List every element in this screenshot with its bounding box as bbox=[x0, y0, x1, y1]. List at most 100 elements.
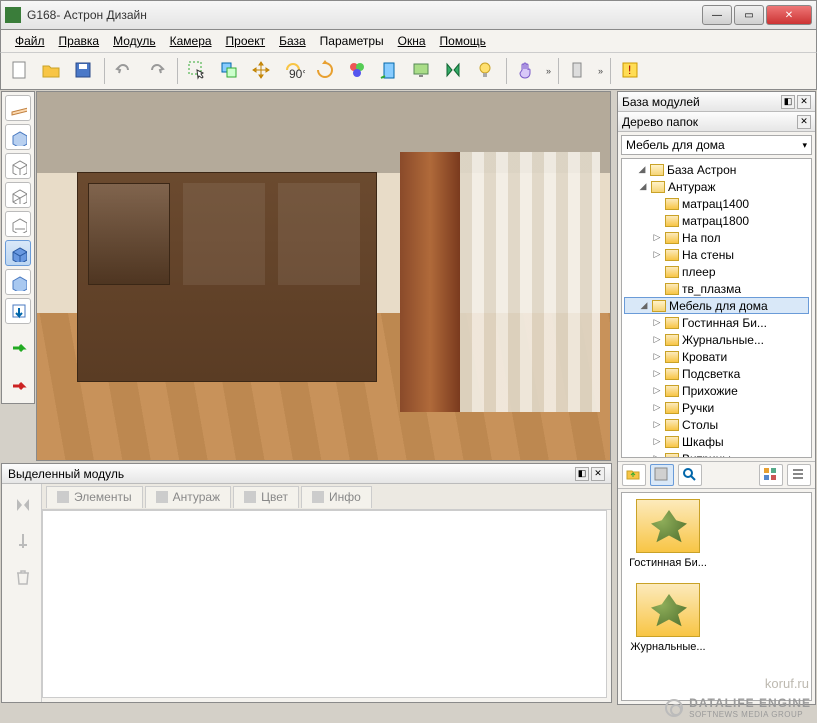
menu-camera[interactable]: Камера bbox=[164, 32, 218, 50]
copy-button[interactable] bbox=[215, 56, 245, 86]
thumb-up-button[interactable] bbox=[622, 464, 646, 486]
tool-box-wire2[interactable] bbox=[5, 182, 31, 208]
tool-add-right-red[interactable] bbox=[5, 374, 31, 400]
svg-text:90°: 90° bbox=[289, 67, 305, 81]
modules-header: База модулей ◧ ✕ bbox=[618, 92, 815, 112]
select-button[interactable] bbox=[183, 56, 213, 86]
thumb-view-list[interactable] bbox=[787, 464, 811, 486]
menu-help[interactable]: Помощь bbox=[434, 32, 492, 50]
tree-item[interactable]: ▷Витрины bbox=[624, 450, 809, 458]
tree-item[interactable]: плеер bbox=[624, 263, 809, 280]
tree-item[interactable]: тв_плазма bbox=[624, 280, 809, 297]
menu-file[interactable]: Файл bbox=[9, 32, 51, 50]
tool-down[interactable] bbox=[5, 298, 31, 324]
door-button[interactable] bbox=[375, 56, 405, 86]
open-button[interactable] bbox=[37, 56, 67, 86]
warn-button[interactable]: ! bbox=[616, 56, 646, 86]
device-button[interactable] bbox=[564, 56, 594, 86]
tree-item[interactable]: ▷Журнальные... bbox=[624, 331, 809, 348]
tree-item[interactable]: ▷На пол bbox=[624, 229, 809, 246]
tool-box-wire3[interactable] bbox=[5, 211, 31, 237]
toolbar-more-2[interactable]: » bbox=[596, 66, 605, 76]
tab-anturazh[interactable]: Антураж bbox=[145, 486, 232, 508]
tool-add-right[interactable] bbox=[5, 336, 31, 362]
toolbar-more[interactable]: » bbox=[544, 66, 553, 76]
folder-tree[interactable]: ◢База Астрон ◢Антураж матрац1400 матрац1… bbox=[621, 158, 812, 458]
close-button[interactable]: ✕ bbox=[766, 5, 812, 25]
mirror-vert-button[interactable] bbox=[10, 492, 34, 516]
palette-button[interactable] bbox=[343, 56, 373, 86]
hand-button[interactable] bbox=[512, 56, 542, 86]
tree-item[interactable]: ▷Подсветка bbox=[624, 365, 809, 382]
move-button[interactable] bbox=[247, 56, 277, 86]
tool-plane[interactable] bbox=[5, 95, 31, 121]
menu-windows[interactable]: Окна bbox=[392, 32, 432, 50]
tree-root[interactable]: ◢База Астрон bbox=[624, 161, 809, 178]
thumb-search[interactable] bbox=[678, 464, 702, 486]
undo-button[interactable] bbox=[110, 56, 140, 86]
mirror-button[interactable] bbox=[439, 56, 469, 86]
tree-item[interactable]: ▷Ручки bbox=[624, 399, 809, 416]
tree-item[interactable]: ▷Гостинная Би... bbox=[624, 314, 809, 331]
modules-pin-button[interactable]: ◧ bbox=[781, 95, 795, 109]
tree-item[interactable]: ▷Шкафы bbox=[624, 433, 809, 450]
box-shaded-icon bbox=[9, 244, 27, 262]
light-button[interactable] bbox=[471, 56, 501, 86]
save-button[interactable] bbox=[69, 56, 99, 86]
thumbnail-item[interactable]: Журнальные... bbox=[628, 583, 708, 653]
minimize-button[interactable]: — bbox=[702, 5, 732, 25]
rotate-button[interactable] bbox=[311, 56, 341, 86]
redo-button[interactable] bbox=[142, 56, 172, 86]
screen-button[interactable] bbox=[407, 56, 437, 86]
menu-base[interactable]: База bbox=[273, 32, 312, 50]
thumbnail-list[interactable]: Гостинная Би... Журнальные... bbox=[621, 492, 812, 701]
tab-info[interactable]: Инфо bbox=[301, 486, 372, 508]
maximize-button[interactable]: ▭ bbox=[734, 5, 764, 25]
copy-icon bbox=[219, 60, 241, 82]
tree-item[interactable]: ▷На стены bbox=[624, 246, 809, 263]
new-file-icon bbox=[9, 60, 31, 82]
tree-item[interactable]: ▷Кровати bbox=[624, 348, 809, 365]
menu-params[interactable]: Параметры bbox=[314, 32, 390, 50]
folder-icon bbox=[665, 283, 679, 295]
large-icons-icon bbox=[653, 466, 671, 484]
slider-button[interactable] bbox=[10, 528, 34, 552]
new-file-button[interactable] bbox=[5, 56, 35, 86]
tab-color[interactable]: Цвет bbox=[233, 486, 299, 508]
rotate-icon bbox=[315, 60, 337, 82]
tab-elements[interactable]: Элементы bbox=[46, 486, 143, 508]
tree-furniture[interactable]: ◢Мебель для дома bbox=[624, 297, 809, 314]
folder-icon bbox=[665, 215, 679, 227]
hand-icon bbox=[516, 60, 538, 82]
thumbnail-item[interactable]: Гостинная Би... bbox=[628, 499, 708, 569]
thumb-view-large[interactable] bbox=[650, 464, 674, 486]
trash-button[interactable] bbox=[10, 564, 34, 588]
menu-module[interactable]: Модуль bbox=[107, 32, 162, 50]
tree-item[interactable]: ▷Прихожие bbox=[624, 382, 809, 399]
menu-project[interactable]: Проект bbox=[220, 32, 272, 50]
tree-item[interactable]: матрац1400 bbox=[624, 195, 809, 212]
rotate90-button[interactable]: 90° bbox=[279, 56, 309, 86]
search-icon bbox=[681, 466, 699, 484]
plane-icon bbox=[9, 99, 27, 117]
tool-box-solid[interactable] bbox=[5, 124, 31, 150]
tree-dropdown[interactable]: Мебель для дома ▾ bbox=[621, 135, 812, 155]
box-solid-icon bbox=[9, 128, 27, 146]
tool-box-shaded[interactable] bbox=[5, 240, 31, 266]
move-icon bbox=[251, 60, 273, 82]
tool-box-wire[interactable] bbox=[5, 153, 31, 179]
folder-icon bbox=[665, 385, 679, 397]
modules-close-button[interactable]: ✕ bbox=[797, 95, 811, 109]
bottom-pin-button[interactable]: ◧ bbox=[575, 467, 589, 481]
viewport-3d[interactable] bbox=[36, 91, 611, 461]
tree-item[interactable]: матрац1800 bbox=[624, 212, 809, 229]
folder-icon bbox=[665, 436, 679, 448]
tree-anturazh[interactable]: ◢Антураж bbox=[624, 178, 809, 195]
thumb-view-grid[interactable] bbox=[759, 464, 783, 486]
menu-edit[interactable]: Правка bbox=[53, 32, 106, 50]
tree-close-button[interactable]: ✕ bbox=[797, 115, 811, 129]
bottom-close-button[interactable]: ✕ bbox=[591, 467, 605, 481]
thumbnail-label: Журнальные... bbox=[628, 641, 708, 653]
tool-box-blue[interactable] bbox=[5, 269, 31, 295]
tree-item[interactable]: ▷Столы bbox=[624, 416, 809, 433]
